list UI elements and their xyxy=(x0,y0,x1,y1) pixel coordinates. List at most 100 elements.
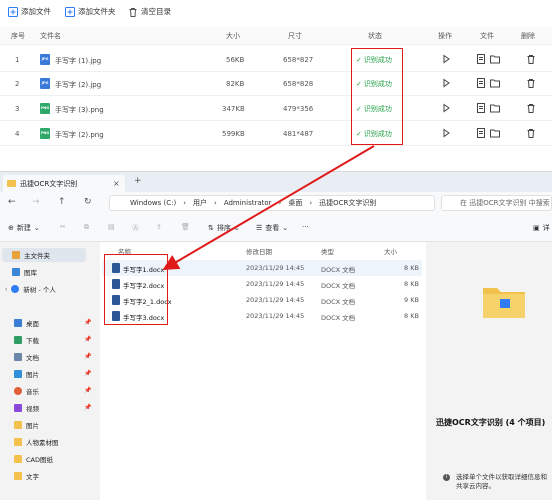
sidebar-item-label: 新树 - 个人 xyxy=(23,286,56,294)
ocr-table-header: 序号 文件名 大小 尺寸 状态 操作 文件 删除 xyxy=(0,27,552,45)
sidebar-item-desktop[interactable]: 桌面 xyxy=(14,316,39,330)
status-highlight-box xyxy=(351,48,403,145)
document-icon[interactable] xyxy=(476,78,486,88)
col-size: 大小 xyxy=(226,32,240,40)
file-modified: 2023/11/29 14:45 xyxy=(246,312,305,320)
delete-icon[interactable]: 🗑 xyxy=(181,223,190,231)
paste-icon[interactable]: ▤ xyxy=(108,223,115,231)
row-size: 599KB xyxy=(222,130,245,138)
clear-list-button[interactable]: 清空目录 xyxy=(128,5,171,18)
forward-icon[interactable]: → xyxy=(32,197,40,207)
file-size: 8 KB xyxy=(404,280,419,288)
copy-icon[interactable]: ⧉ xyxy=(84,223,89,232)
rename-icon[interactable]: Ⓐ xyxy=(132,223,139,233)
file-size: 8 KB xyxy=(404,264,419,272)
documents-icon xyxy=(14,353,22,361)
trash-icon[interactable] xyxy=(526,54,536,64)
table-row[interactable]: 1 JPG 手写字 (1).jpg 56KB 658*827 ✓ 识别成功 xyxy=(0,48,552,72)
download-icon xyxy=(14,336,22,344)
folder-icon[interactable] xyxy=(490,128,500,138)
details-button[interactable]: ▣ 详 xyxy=(533,223,550,233)
pin-icon[interactable]: 📌 xyxy=(84,319,91,326)
folder-icon[interactable] xyxy=(490,103,500,113)
file-type: DOCX 文档 xyxy=(321,314,356,322)
navigation-bar: ← → ↑ ↻ Windows (C:) › 用户 › Administrato… xyxy=(0,192,552,214)
document-icon[interactable] xyxy=(476,54,486,64)
table-row[interactable]: 3 PNG 手写字 (3).png 347KB 479*356 ✓ 识别成功 xyxy=(0,97,552,121)
sidebar-item-gallery[interactable]: 图库 xyxy=(12,265,37,279)
more-options-icon[interactable]: ··· xyxy=(302,223,309,231)
add-file-button[interactable]: 添加文件 xyxy=(8,5,51,18)
info-icon: i xyxy=(443,474,450,481)
pin-icon[interactable]: 📌 xyxy=(84,404,91,411)
sidebar-item-home[interactable]: 主文件夹 xyxy=(2,248,86,262)
document-icon[interactable] xyxy=(476,103,486,113)
pin-icon[interactable]: 📌 xyxy=(84,336,91,343)
chevron-down-icon: ⌄ xyxy=(282,224,289,232)
folder-icon[interactable] xyxy=(490,78,500,88)
search-input[interactable]: 在 迅捷OCR文字识别 中搜索 xyxy=(441,195,552,211)
view-button[interactable]: ☰ 查看 ⌄ xyxy=(256,223,288,233)
up-icon[interactable]: ↑ xyxy=(58,197,66,207)
image-file-icon: PNG xyxy=(40,128,50,139)
trash-icon[interactable] xyxy=(526,78,536,88)
cut-icon[interactable]: ✂ xyxy=(60,223,66,231)
row-size: 347KB xyxy=(222,105,245,113)
document-icon[interactable] xyxy=(476,128,486,138)
back-icon[interactable]: ← xyxy=(8,197,16,207)
row-filename: 手写字 (2).jpg xyxy=(55,81,102,89)
add-folder-button[interactable]: 添加文件夹 xyxy=(65,5,116,18)
new-tab-icon[interactable]: + xyxy=(134,176,142,186)
sidebar-item-onedrive[interactable]: › 新树 - 个人 xyxy=(5,282,56,296)
close-tab-icon[interactable]: × xyxy=(113,179,120,188)
refresh-icon[interactable]: ↻ xyxy=(84,197,92,207)
play-icon[interactable] xyxy=(441,78,451,88)
breadcrumb-separator: › xyxy=(309,199,313,207)
sidebar-item-music[interactable]: 音乐 xyxy=(14,384,39,398)
details-pane: 迅捷OCR文字识别 (4 个项目) i 选择单个文件以获取详细信息和共享云内容。 xyxy=(426,242,552,500)
sidebar-item-documents[interactable]: 文档 xyxy=(14,350,39,364)
view-icon: ☰ xyxy=(256,224,263,232)
pin-icon[interactable]: 📌 xyxy=(84,353,91,360)
ocr-toolbar: 添加文件 添加文件夹 清空目录 xyxy=(0,0,552,22)
play-icon[interactable] xyxy=(441,54,451,64)
col-size[interactable]: 大小 xyxy=(384,246,397,256)
tab-ocr-folder[interactable]: 迅捷OCR文字识别 × xyxy=(3,175,125,192)
new-button[interactable]: ⊕ 新建 ⌄ xyxy=(8,223,40,233)
table-row[interactable]: 2 JPG 手写字 (2).jpg 82KB 658*828 ✓ 识别成功 xyxy=(0,72,552,96)
breadcrumb-drive[interactable]: Windows (C:) xyxy=(130,199,176,207)
sort-button[interactable]: ⇅ 排序 ⌄ xyxy=(208,223,240,233)
add-folder-icon xyxy=(65,6,75,17)
pin-icon[interactable]: 📌 xyxy=(84,387,91,394)
trash-icon[interactable] xyxy=(526,103,536,113)
row-size: 82KB xyxy=(226,80,245,88)
sidebar-item-pictures[interactable]: 图片 xyxy=(14,367,39,381)
table-row[interactable]: 4 PNG 手写字 (2).png 599KB 481*487 ✓ 识别成功 xyxy=(0,122,552,146)
file-type: DOCX 文档 xyxy=(321,266,356,274)
clear-list-label: 清空目录 xyxy=(141,7,171,16)
breadcrumb-desktop[interactable]: 桌面 xyxy=(288,198,302,208)
sidebar-item-character-assets[interactable]: 人物素材图 xyxy=(14,435,59,449)
play-icon[interactable] xyxy=(441,103,451,113)
sidebar-item-cad-drawings[interactable]: CAD图纸 xyxy=(14,452,53,466)
sidebar-item-text[interactable]: 文字 xyxy=(14,469,39,483)
share-icon[interactable]: ⇪ xyxy=(156,223,162,231)
play-icon[interactable] xyxy=(441,128,451,138)
sort-label: 排序 xyxy=(216,224,231,232)
file-modified: 2023/11/29 14:45 xyxy=(246,280,305,288)
sidebar-item-videos[interactable]: 视频 xyxy=(14,401,39,415)
folder-icon[interactable] xyxy=(490,54,500,64)
breadcrumb-current[interactable]: 迅捷OCR文字识别 xyxy=(319,198,376,208)
pin-icon[interactable]: 📌 xyxy=(84,370,91,377)
breadcrumb-admin[interactable]: Administrator xyxy=(224,199,272,207)
trash-icon[interactable] xyxy=(526,128,536,138)
col-modified[interactable]: 修改日期 xyxy=(246,246,272,256)
sidebar-item-downloads[interactable]: 下载 xyxy=(14,333,39,347)
col-type[interactable]: 类型 xyxy=(321,246,334,256)
chevron-right-icon: › xyxy=(5,285,8,293)
sidebar-item-pictures-folder[interactable]: 图片 xyxy=(14,418,39,432)
breadcrumb-users[interactable]: 用户 xyxy=(193,198,207,208)
address-bar[interactable]: Windows (C:) › 用户 › Administrator › 桌面 ›… xyxy=(109,195,435,211)
sidebar-item-label: 下载 xyxy=(26,337,39,345)
col-dimensions: 尺寸 xyxy=(288,32,302,40)
